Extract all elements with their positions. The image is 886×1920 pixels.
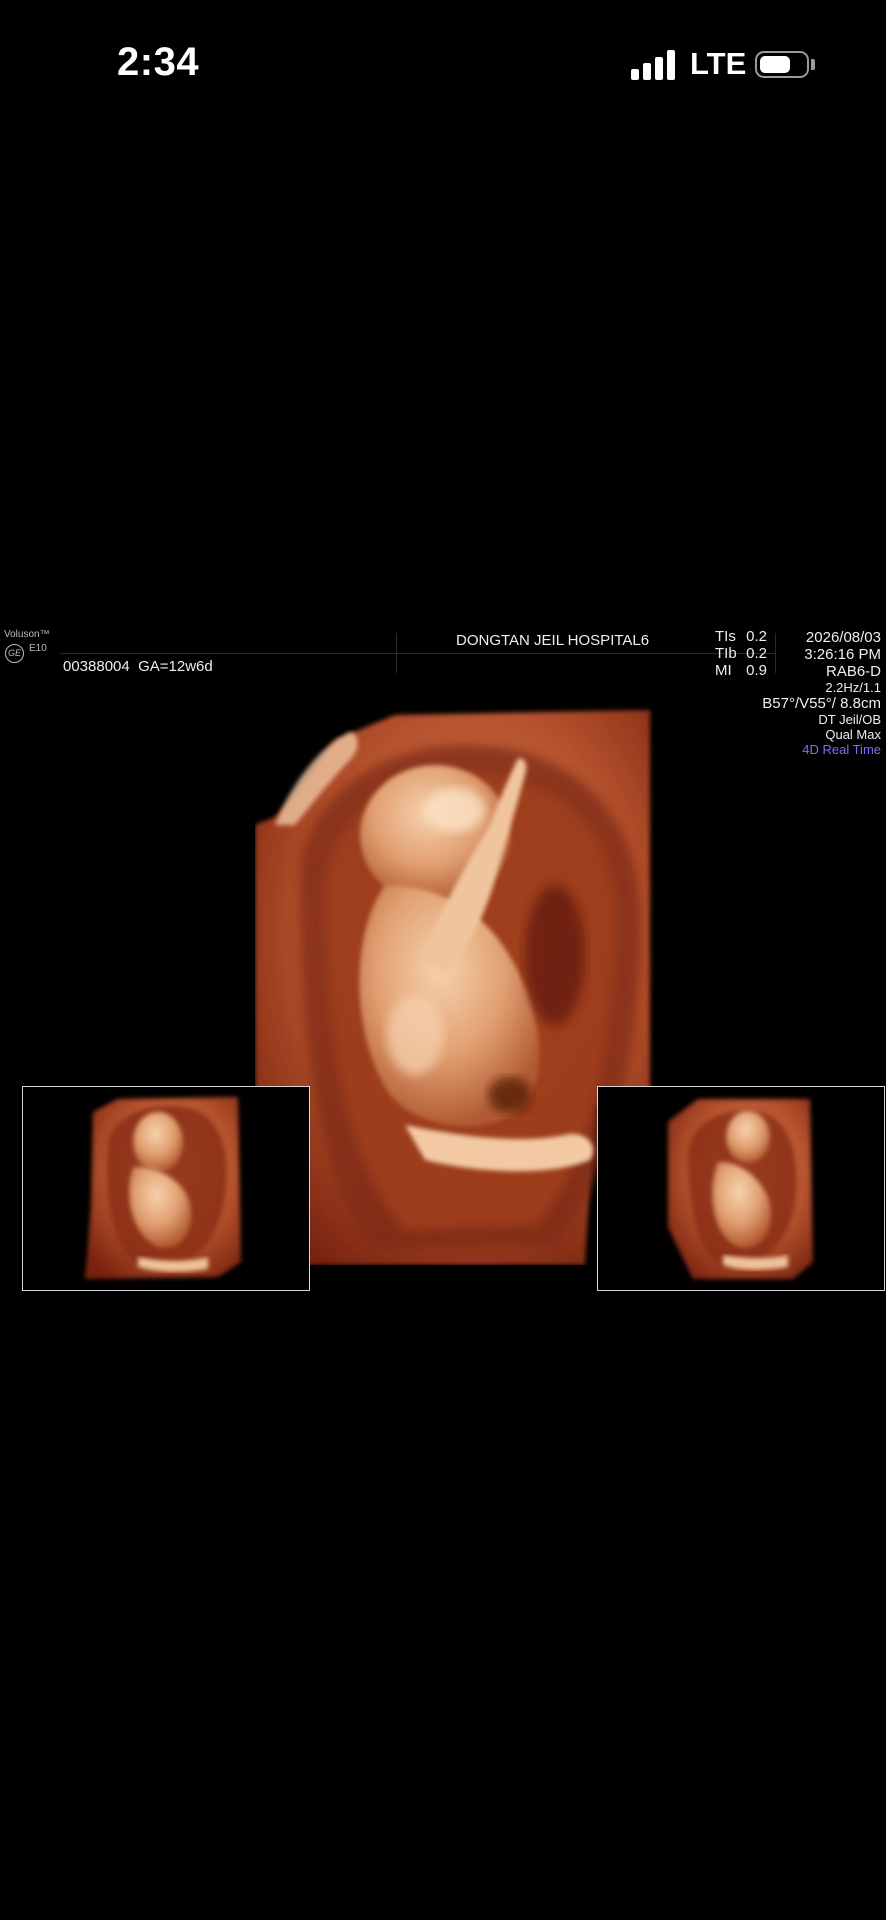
header-divider [60,653,775,654]
thumbnail-left[interactable] [22,1086,310,1291]
mode-label: 4D Real Time [802,742,881,757]
signal-icon [631,50,677,80]
preset-label: DT Jeil/OB [818,712,881,727]
volume-angles: B57°/V55°/ 8.8cm [762,695,881,712]
quality-label: Qual Max [825,727,881,742]
probe-label: RAB6-D [825,663,881,680]
header-divider-vertical [396,633,397,673]
thumbnail-right[interactable] [597,1086,885,1291]
network-label: LTE [690,46,747,81]
scan-time: 3:26:16 PM [804,646,881,663]
fetal-3d-render [255,710,650,1265]
fetal-render-thumbnail [668,1099,813,1279]
status-time: 2:34 [117,40,200,84]
model-label: E10 [29,643,47,654]
frame-rate: 2.2Hz/1.1 [825,680,881,695]
ge-logo-icon: GE [5,644,24,663]
fetal-render-thumbnail [85,1097,241,1279]
scan-parameters: 2026/08/03 3:26:16 PM RAB6-D 2.2Hz/1.1 B… [701,629,881,757]
brand-label: Voluson™ [4,629,50,640]
battery-icon [755,51,809,78]
hospital-name: DONGTAN JEIL HOSPITAL6 [456,632,650,649]
battery-cap [811,59,815,70]
patient-info: 00388004 GA=12w6d [63,658,213,675]
screen: 2:34 LTE Voluson™ GE E10 DONGTAN JEIL HO… [0,0,886,1920]
scan-date: 2026/08/03 [805,629,881,646]
